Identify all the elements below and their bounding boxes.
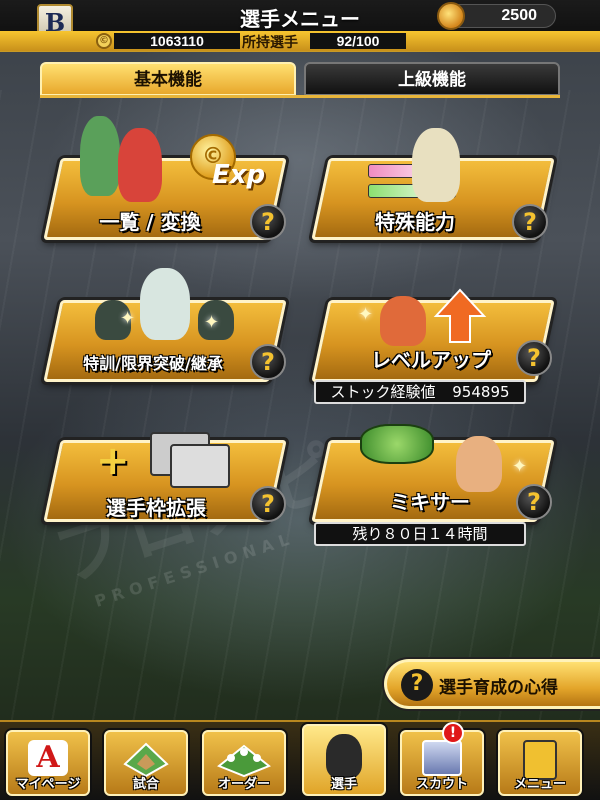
- nav-menu[interactable]: メニュー: [498, 730, 582, 796]
- nav-order[interactable]: オーダー: [202, 730, 286, 796]
- stock-exp-label: ストック経験値: [330, 383, 436, 401]
- stock-exp-value: 954895: [452, 383, 510, 401]
- nav-player[interactable]: 選手: [302, 724, 386, 796]
- nav-label: 試合: [132, 777, 159, 792]
- plus-icon: +: [96, 438, 130, 484]
- scout-alert-badge: !: [442, 722, 464, 744]
- training-help-button[interactable]: ?: [250, 344, 286, 380]
- gold-value: 2500: [501, 7, 537, 24]
- batter-figure-icon: [456, 436, 502, 492]
- player-figure-icon: [118, 128, 162, 202]
- nav-game[interactable]: 試合: [104, 730, 188, 796]
- nav-mypage[interactable]: A マイページ: [6, 730, 90, 796]
- player-icon: [326, 734, 362, 778]
- list-convert-help-button[interactable]: ?: [250, 204, 286, 240]
- pitcher-figure-icon: [412, 128, 460, 202]
- nav-label: マイページ: [15, 777, 81, 792]
- expand-slots-label: 選手枠拡張: [106, 496, 206, 520]
- gold-counter: 2500: [437, 2, 556, 30]
- mixer-remaining-plate: 残り８０日１４時間: [314, 522, 526, 546]
- exp-label: Exp: [212, 160, 266, 190]
- nav-scout[interactable]: スカウト: [400, 730, 484, 796]
- player-card-icon: [170, 444, 230, 488]
- owned-players-value: 92/100: [310, 33, 406, 49]
- scout-icon: [422, 740, 462, 776]
- stock-exp-plate: ストック経験値 954895: [314, 380, 526, 404]
- special-ability-label: 特殊能力: [375, 210, 455, 234]
- special-ability-help-button[interactable]: ?: [512, 204, 548, 240]
- nav-label: メニュー: [513, 777, 566, 792]
- tab-underline: [40, 95, 560, 98]
- sparkle-icon: ✦: [358, 304, 374, 325]
- nav-label: スカウト: [415, 777, 468, 792]
- level-up-label: レベルアップ: [371, 348, 491, 372]
- nav-label: 選手: [330, 777, 357, 792]
- training-tips-button[interactable]: ? 選手育成の心得: [384, 659, 600, 709]
- arrow-up-icon: [433, 288, 487, 343]
- training-tips-label: 選手育成の心得: [439, 678, 558, 698]
- player-figure-icon: [80, 116, 120, 196]
- mypage-icon: A: [28, 740, 68, 776]
- mixer-balls-icon: [360, 424, 434, 464]
- sparkle-icon: ✦: [204, 312, 220, 333]
- sparkle-icon: ✦: [120, 308, 136, 329]
- nav-label: オーダー: [217, 777, 270, 792]
- gold-icon: [437, 2, 465, 30]
- sparkle-icon: ✦: [512, 456, 528, 477]
- training-label: 特訓/限界突破/継承: [83, 354, 223, 373]
- level-up-help-button[interactable]: ?: [516, 340, 552, 376]
- tab-advanced[interactable]: 上級機能: [304, 62, 560, 96]
- player-figure-icon: [140, 268, 190, 340]
- question-icon: ?: [401, 669, 433, 701]
- money-value: 1063110: [114, 33, 240, 49]
- status-bar: © 1063110 所持選手 92/100: [0, 31, 600, 51]
- player-figure-icon: [380, 296, 426, 346]
- owned-players-label: 所持選手: [242, 35, 298, 51]
- coin-icon: ©: [96, 33, 112, 49]
- mixer-help-button[interactable]: ?: [516, 484, 552, 520]
- list-convert-label: 一覧 / 変換: [99, 210, 201, 234]
- tab-basic[interactable]: 基本機能: [40, 62, 296, 96]
- mixer-label: ミキサー: [390, 490, 470, 514]
- expand-slots-help-button[interactable]: ?: [250, 486, 286, 522]
